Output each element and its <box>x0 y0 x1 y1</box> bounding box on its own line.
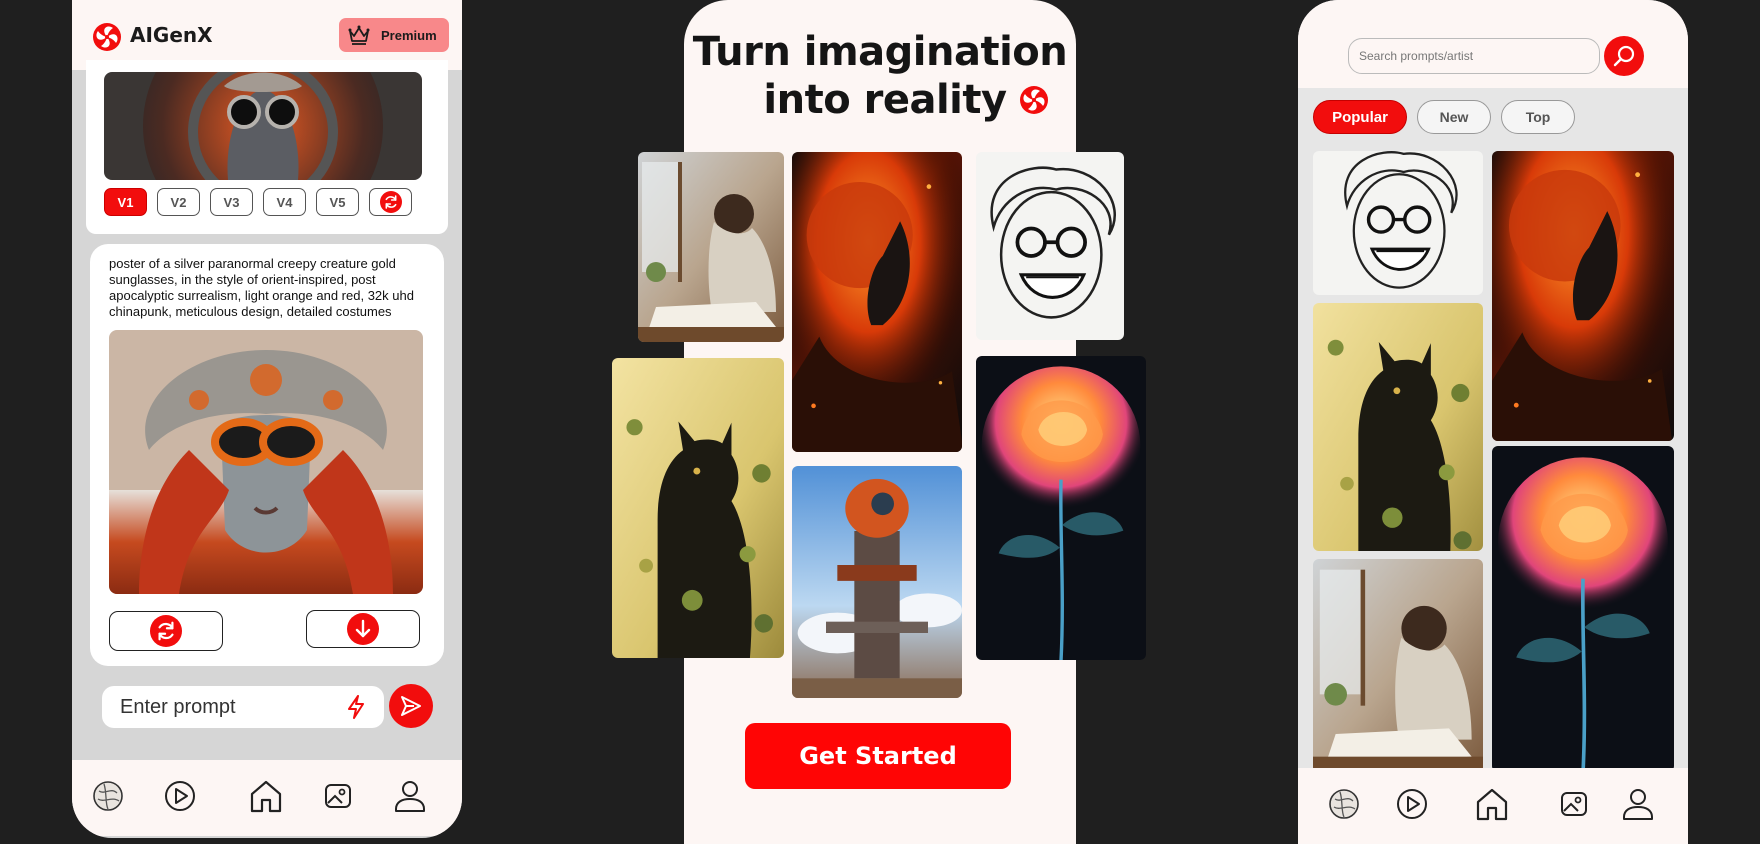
search-icon <box>1613 45 1635 67</box>
filter-new[interactable]: New <box>1417 100 1491 134</box>
feed-tile-astronaut[interactable] <box>1492 151 1674 441</box>
variant-card: V1 V2 V3 V4 V5 <box>86 60 448 234</box>
pinwheel-logo-icon <box>1019 85 1049 115</box>
prompt-bar <box>102 686 384 728</box>
gallery-tile-woman[interactable] <box>638 152 784 342</box>
regenerate-icon <box>150 615 182 647</box>
home-icon <box>250 780 282 813</box>
generated-image-thumbnail[interactable] <box>104 72 422 180</box>
home-icon <box>1476 788 1508 821</box>
hero-line-1: Turn imagination <box>692 29 1068 75</box>
send-icon <box>401 696 421 716</box>
crown-icon <box>348 25 370 45</box>
nav-gallery[interactable] <box>1554 784 1594 824</box>
generator-screen: AIGenX Premium V1 V2 V3 V4 V5 poster of … <box>72 0 462 838</box>
lightning-icon[interactable] <box>346 695 366 719</box>
explore-globe-icon <box>1329 789 1359 819</box>
nav-profile[interactable] <box>390 776 430 816</box>
filter-top[interactable]: Top <box>1501 100 1575 134</box>
play-icon <box>165 781 195 811</box>
feed-tile-rose[interactable] <box>1492 446 1674 772</box>
profile-icon <box>1623 789 1653 820</box>
pinwheel-logo-icon <box>92 22 122 52</box>
send-button[interactable] <box>389 684 433 728</box>
result-card: poster of a silver paranormal creepy cre… <box>90 244 444 666</box>
gallery-icon <box>325 784 351 808</box>
variant-button-v1[interactable]: V1 <box>104 188 147 216</box>
search-input[interactable] <box>1348 38 1600 74</box>
generated-image[interactable] <box>109 330 423 594</box>
feed-tile-woman[interactable] <box>1313 559 1483 773</box>
get-started-button[interactable]: Get Started <box>745 723 1011 789</box>
feed-tile-old-man[interactable] <box>1313 151 1483 295</box>
bottom-nav <box>72 760 462 836</box>
regenerate-button[interactable] <box>109 611 223 651</box>
nav-home[interactable] <box>246 776 286 816</box>
nav-play[interactable] <box>160 776 200 816</box>
gallery-tile-cat[interactable] <box>612 358 784 658</box>
hero-headline: Turn imagination into reality <box>684 28 1076 124</box>
explore-globe-icon <box>93 781 123 811</box>
nav-profile[interactable] <box>1618 784 1658 824</box>
premium-button[interactable]: Premium <box>339 18 449 52</box>
variant-button-v2[interactable]: V2 <box>157 188 200 216</box>
variant-button-v5[interactable]: V5 <box>316 188 359 216</box>
variant-button-v3[interactable]: V3 <box>210 188 253 216</box>
variant-selector: V1 V2 V3 V4 V5 <box>104 188 412 216</box>
download-button[interactable] <box>306 610 420 648</box>
explore-screen: Popular New Top <box>1298 0 1688 844</box>
premium-label: Premium <box>381 27 437 43</box>
prompt-input[interactable] <box>102 686 332 728</box>
prompt-text: poster of a silver paranormal creepy cre… <box>109 256 414 319</box>
nav-gallery[interactable] <box>318 776 358 816</box>
nav-play[interactable] <box>1392 784 1432 824</box>
onboarding-screen: Turn imagination into reality Get Starte… <box>684 0 1076 844</box>
filter-popular[interactable]: Popular <box>1313 100 1407 134</box>
gallery-tile-astronaut[interactable] <box>792 152 962 452</box>
hero-line-2: into reality <box>763 77 1007 123</box>
search-header <box>1298 0 1688 88</box>
search-button[interactable] <box>1604 36 1644 76</box>
play-icon <box>1397 789 1427 819</box>
gallery-tile-rose[interactable] <box>976 356 1146 660</box>
feed-tile-cat[interactable] <box>1313 303 1483 551</box>
nav-explore[interactable] <box>1324 784 1364 824</box>
gallery-tile-robot[interactable] <box>792 466 962 698</box>
bottom-nav <box>1298 768 1688 844</box>
regenerate-variants-button[interactable] <box>369 188 412 216</box>
nav-explore[interactable] <box>88 776 128 816</box>
filter-chips: Popular New Top <box>1313 100 1575 134</box>
profile-icon <box>395 781 425 812</box>
gallery-icon <box>1561 792 1587 816</box>
regenerate-icon <box>379 191 402 213</box>
download-icon <box>347 613 379 645</box>
app-name: AIGenX <box>130 23 213 47</box>
gallery-tile-old-man[interactable] <box>976 152 1124 340</box>
variant-button-v4[interactable]: V4 <box>263 188 306 216</box>
nav-home[interactable] <box>1472 784 1512 824</box>
